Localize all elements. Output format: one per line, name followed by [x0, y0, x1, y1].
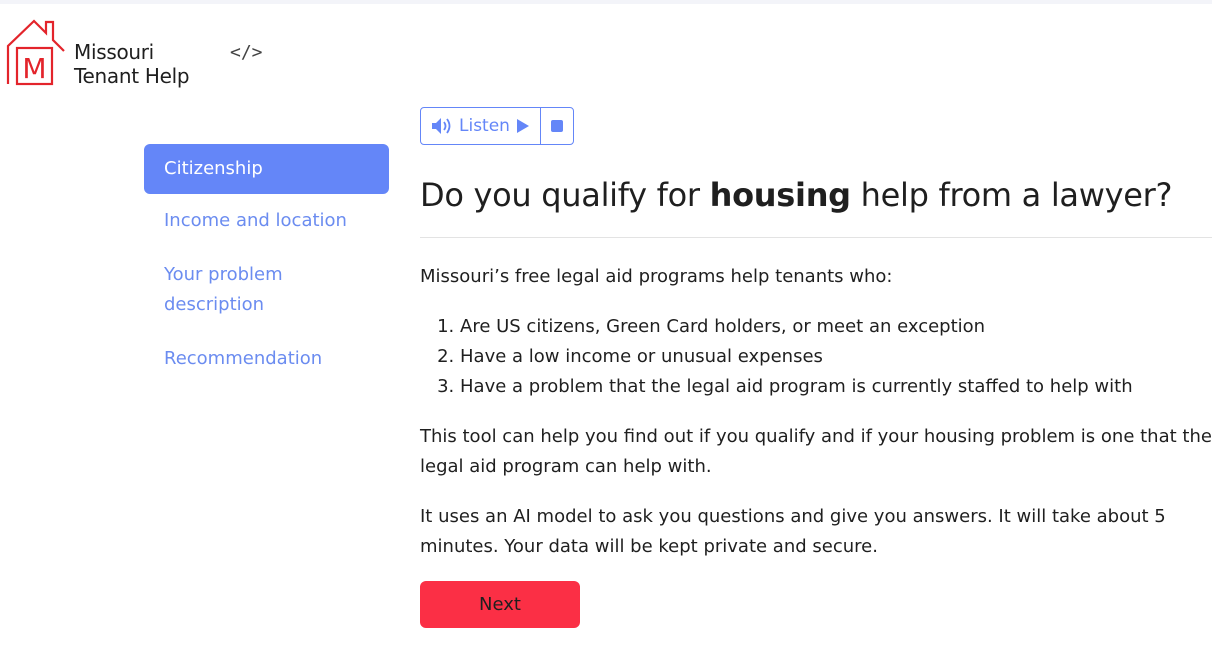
step-sidebar: Citizenship Income and location Your pro…: [144, 144, 389, 386]
next-button[interactable]: Next: [420, 581, 580, 628]
stop-icon: [550, 120, 563, 132]
speaker-icon: [432, 118, 451, 134]
logo-letter: M: [22, 52, 46, 85]
title-bold: housing: [709, 176, 851, 214]
listen-button[interactable]: Listen: [421, 108, 540, 144]
title-post: help from a lawyer?: [850, 176, 1173, 214]
criteria-list: Are US citizens, Green Card holders, or …: [420, 312, 1212, 402]
privacy-note: It uses an AI model to ask you questions…: [420, 506, 1166, 557]
logo-line-1: Missouri: [74, 40, 154, 64]
logo-wordmark: Missouri Tenant Help: [74, 40, 190, 88]
list-item: Have a low income or unusual expenses: [460, 342, 1212, 372]
stop-button[interactable]: [539, 108, 573, 144]
sidebar-item-problem-description[interactable]: Your problem description: [144, 248, 364, 332]
audio-controls: Listen: [420, 107, 574, 145]
house-logo-icon: M: [6, 19, 65, 86]
intro-text: Missouri’s free legal aid programs help …: [420, 266, 893, 287]
site-logo[interactable]: M Missouri Tenant Help: [6, 18, 216, 90]
logo-line-2: Tenant Help: [74, 64, 190, 88]
play-icon: [516, 119, 529, 133]
top-strip: [0, 0, 1212, 4]
listen-label: Listen: [459, 116, 510, 136]
code-icon[interactable]: </>: [230, 42, 263, 63]
list-item: Have a problem that the legal aid progra…: [460, 372, 1212, 402]
tool-description: This tool can help you find out if you q…: [420, 426, 1212, 477]
sidebar-item-income-location[interactable]: Income and location: [144, 194, 389, 248]
sidebar-item-citizenship[interactable]: Citizenship: [144, 144, 389, 194]
sidebar-item-recommendation[interactable]: Recommendation: [144, 332, 389, 386]
list-item: Are US citizens, Green Card holders, or …: [460, 312, 1212, 342]
title-divider: [420, 237, 1212, 238]
title-pre: Do you qualify for: [420, 176, 710, 214]
main-content: Listen Do you qualify for housing help f…: [420, 107, 1212, 628]
page-title: Do you qualify for housing help from a l…: [420, 173, 1212, 217]
